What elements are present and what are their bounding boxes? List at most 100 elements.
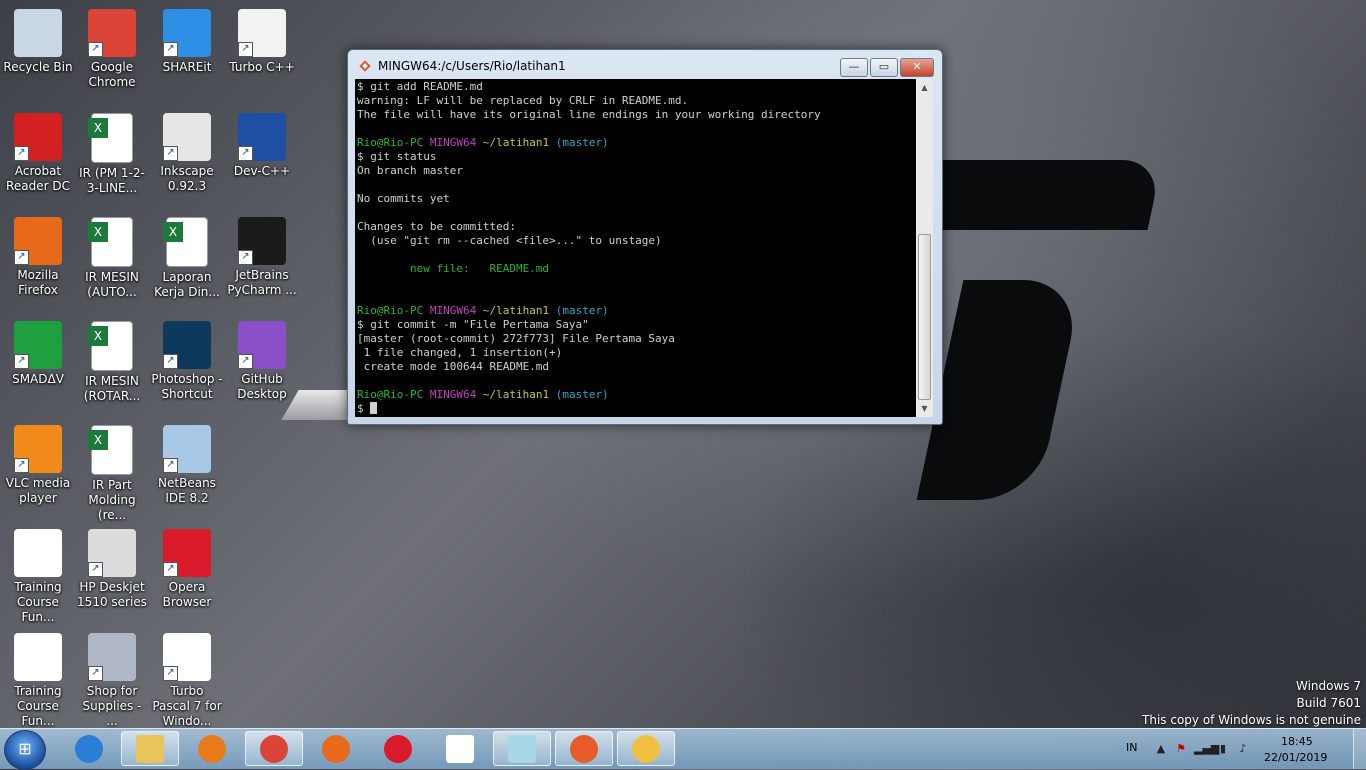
- desktop-shortcut[interactable]: Recycle Bin: [0, 3, 76, 103]
- terminal-line: [master (root-commit) 272f773] File Pert…: [357, 332, 916, 346]
- calculator-icon: [446, 734, 474, 763]
- desktop-shortcut[interactable]: X IR (PM 1-2-3-LINE...: [74, 107, 150, 207]
- language-indicator[interactable]: IN: [1126, 741, 1137, 754]
- minimize-button[interactable]: —: [840, 58, 868, 77]
- terminal-window[interactable]: MINGW64:/c/Users/Rio/latihan1 — ▭ ✕ $ gi…: [347, 49, 943, 425]
- shortcut-arrow-icon: ↗: [14, 250, 29, 265]
- desktop-shortcut-label: Inkscape 0.92.3: [160, 164, 214, 193]
- terminal-line: create mode 100644 README.md: [357, 360, 916, 374]
- desktop-shortcut-label: Mozilla Firefox: [17, 268, 59, 297]
- powerpoint-file-icon: [14, 633, 62, 681]
- terminal-text: $ git status: [357, 150, 437, 163]
- desktop-shortcut[interactable]: X IR Part Molding (re...: [74, 419, 150, 522]
- terminal-text: No commits yet: [357, 192, 450, 205]
- desktop-shortcut[interactable]: ↗ Turbo Pascal 7 for Windo...: [149, 627, 225, 728]
- volume-icon[interactable]: ♪: [1236, 742, 1250, 756]
- desktop-shortcut[interactable]: X IR MESIN (ROTAR...: [74, 315, 150, 415]
- windows-start-icon[interactable]: ⊞: [4, 730, 46, 770]
- shareit-icon: ↗: [163, 9, 211, 57]
- desktop-shortcut[interactable]: X IR MESIN (AUTO...: [74, 211, 150, 311]
- maximize-button[interactable]: ▭: [870, 58, 898, 77]
- terminal-line: $ git status: [357, 150, 916, 164]
- desktop-shortcut-label: SMADΔV: [12, 372, 64, 386]
- taskbar-paint[interactable]: [617, 731, 675, 766]
- desktop-shortcut[interactable]: ↗ VLC media player: [0, 419, 76, 519]
- desktop-shortcut-label: IR MESIN (AUTO...: [85, 270, 139, 299]
- desktop-shortcut[interactable]: ↗ Turbo C++: [224, 3, 300, 103]
- document-icon: [14, 529, 62, 577]
- shortcut-arrow-icon: ↗: [163, 354, 178, 369]
- desktop-shortcut[interactable]: ↗ Google Chrome: [74, 3, 150, 103]
- smadav-icon: ↗: [14, 321, 62, 369]
- desktop-shortcut[interactable]: ↗ Mozilla Firefox: [0, 211, 76, 311]
- show-hidden-icons-icon[interactable]: ▲: [1154, 742, 1168, 756]
- desktop-shortcut[interactable]: ↗ GitHub Desktop: [224, 315, 300, 415]
- desktop-shortcut-label: Turbo C++: [229, 60, 295, 74]
- terminal-output[interactable]: $ git add README.md warning: LF will be r…: [355, 79, 916, 417]
- show-desktop-button[interactable]: [1353, 729, 1366, 769]
- shortcut-arrow-icon: ↗: [238, 250, 253, 265]
- scrollbar-thumb[interactable]: [918, 234, 931, 400]
- system-tray: IN ▲ ⚑ ▂▄▆ ▮ ♪ 18:45 22/01/2019: [1116, 729, 1366, 769]
- terminal-text: 1 file changed, 1 insertion(+): [357, 346, 563, 359]
- taskbar: ⊞ IN ▲ ⚑ ▂▄▆ ▮ ♪ 18:45 22/01/2019: [0, 728, 1366, 770]
- inkscape-icon: ↗: [163, 113, 211, 161]
- desktop-shortcut-label: Laporan Kerja Din...: [154, 270, 220, 299]
- scroll-up-icon[interactable]: ▲: [916, 79, 933, 96]
- desktop-shortcut[interactable]: ↗ HP Deskjet 1510 series: [74, 523, 150, 623]
- photoshop-icon: ↗: [163, 321, 211, 369]
- devcpp-icon: ↗: [238, 113, 286, 161]
- taskbar-media-player[interactable]: [183, 731, 241, 766]
- terminal-line: $ git commit -m "File Pertama Saya": [357, 318, 916, 332]
- desktop-shortcut[interactable]: ↗ SMADΔV: [0, 315, 76, 415]
- taskbar-internet-explorer[interactable]: [60, 731, 118, 766]
- ie-icon: [75, 734, 103, 763]
- opera-icon: [384, 734, 412, 763]
- taskbar-opera[interactable]: [369, 731, 427, 766]
- desktop-shortcut[interactable]: ↗ Inkscape 0.92.3: [149, 107, 225, 207]
- terminal-text: Rio@Rio-PC: [357, 136, 430, 149]
- git-bash-icon: [358, 59, 372, 73]
- terminal-text: The file will have its original line end…: [357, 108, 821, 121]
- desktop-shortcut[interactable]: ↗ NetBeans IDE 8.2: [149, 419, 225, 519]
- taskbar-calculator[interactable]: [431, 731, 489, 766]
- git-bash-icon: [570, 734, 598, 763]
- shortcut-arrow-icon: ↗: [163, 666, 178, 681]
- taskbar-git-bash[interactable]: [555, 731, 613, 766]
- desktop-shortcut[interactable]: ↗ Acrobat Reader DC: [0, 107, 76, 207]
- desktop-shortcut[interactable]: ↗ SHAREit: [149, 3, 225, 103]
- terminal-line: Rio@Rio-PC MINGW64 ~/latihan1 (master): [357, 388, 916, 402]
- clock-date[interactable]: 22/01/2019: [1264, 751, 1327, 764]
- wallpaper-shape: [927, 160, 1163, 230]
- terminal-line: new file: README.md: [357, 262, 916, 276]
- desktop-shortcut[interactable]: ↗ Opera Browser: [149, 523, 225, 623]
- clock-time[interactable]: 18:45: [1281, 735, 1313, 748]
- taskbar-notepad[interactable]: [493, 731, 551, 766]
- taskbar-google-chrome[interactable]: [245, 731, 303, 766]
- desktop-shortcut[interactable]: Training Course Fun...: [0, 523, 76, 624]
- shortcut-arrow-icon: ↗: [163, 562, 178, 577]
- network-signal-icon[interactable]: ▂▄▆: [1194, 742, 1219, 756]
- desktop-shortcut[interactable]: ↗ Photoshop - Shortcut: [149, 315, 225, 415]
- terminal-text: (use "git rm --cached <file>..." to unst…: [357, 234, 662, 247]
- desktop-shortcut[interactable]: ↗ Shop for Supplies - ...: [74, 627, 150, 728]
- desktop-shortcut[interactable]: Training Course Fun...: [0, 627, 76, 728]
- taskbar-windows-explorer[interactable]: [121, 731, 179, 766]
- turbo-cpp-icon: ↗: [238, 9, 286, 57]
- desktop-shortcut[interactable]: ↗ JetBrains PyCharm ...: [224, 211, 300, 311]
- taskbar-firefox[interactable]: [307, 731, 365, 766]
- vertical-scrollbar[interactable]: ▲ ▼: [916, 79, 933, 417]
- close-button[interactable]: ✕: [900, 58, 934, 77]
- desktop-shortcut[interactable]: X Laporan Kerja Din...: [149, 211, 225, 311]
- power-icon[interactable]: ▮: [1216, 742, 1230, 756]
- chrome-icon: ↗: [88, 9, 136, 57]
- desktop-shortcut[interactable]: ↗ Dev-C++: [224, 107, 300, 207]
- scroll-down-icon[interactable]: ▼: [916, 400, 933, 417]
- window-title-bar[interactable]: MINGW64:/c/Users/Rio/latihan1: [358, 59, 566, 73]
- excel-file-icon: X: [88, 113, 133, 163]
- desktop-shortcut-label: VLC media player: [5, 476, 71, 505]
- action-center-icon[interactable]: ⚑: [1174, 742, 1188, 756]
